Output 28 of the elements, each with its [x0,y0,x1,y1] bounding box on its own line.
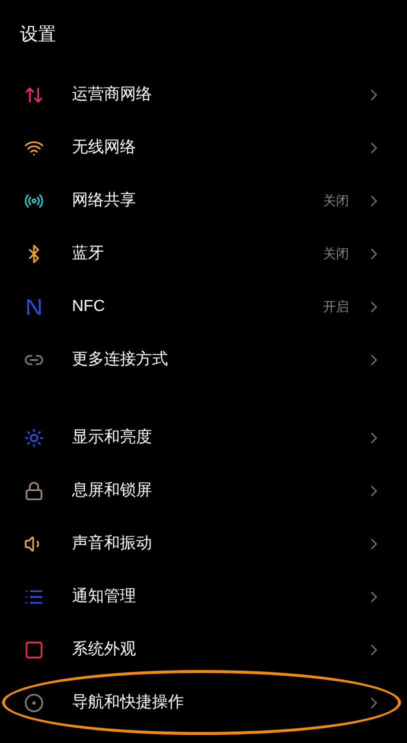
row-value: 关闭 [323,244,349,263]
row-label: 系统外观 [72,640,137,660]
row-label: 显示和亮度 [72,428,153,448]
settings-row[interactable]: 导航和快捷操作 [0,676,407,729]
settings-row[interactable]: 更多连接方式 [0,333,407,386]
row-value: 开启 [323,298,349,316]
row-label: 网络共享 [72,190,137,210]
settings-row[interactable]: 网络共享 关闭 [0,174,407,227]
settings-row[interactable]: 声音和振动 [0,517,407,570]
row-label: 声音和振动 [72,534,153,554]
settings-row[interactable]: 显示和亮度 [0,411,407,464]
page-title: 设置 [20,22,56,46]
row-label: 更多连接方式 [72,350,169,370]
settings-row[interactable]: NFC 开启 [0,280,407,333]
row-label: 蓝牙 [72,244,105,264]
row-label: 息屏和锁屏 [72,480,153,500]
row-label: 导航和快捷操作 [72,692,185,712]
settings-row[interactable]: 无线网络 [0,121,407,174]
row-label: 通知管理 [72,586,137,606]
settings-row[interactable]: 系统外观 [0,623,407,676]
row-label: 运营商网络 [72,84,153,104]
row-value: 关闭 [323,192,349,210]
settings-row[interactable]: 运营商网络 [0,68,407,121]
settings-row[interactable]: 蓝牙 关闭 [0,227,407,280]
settings-row[interactable]: 通知管理 [0,570,407,623]
settings-row[interactable]: 息屏和锁屏 [0,464,407,517]
row-label: NFC [72,296,106,316]
row-label: 无线网络 [72,138,137,158]
